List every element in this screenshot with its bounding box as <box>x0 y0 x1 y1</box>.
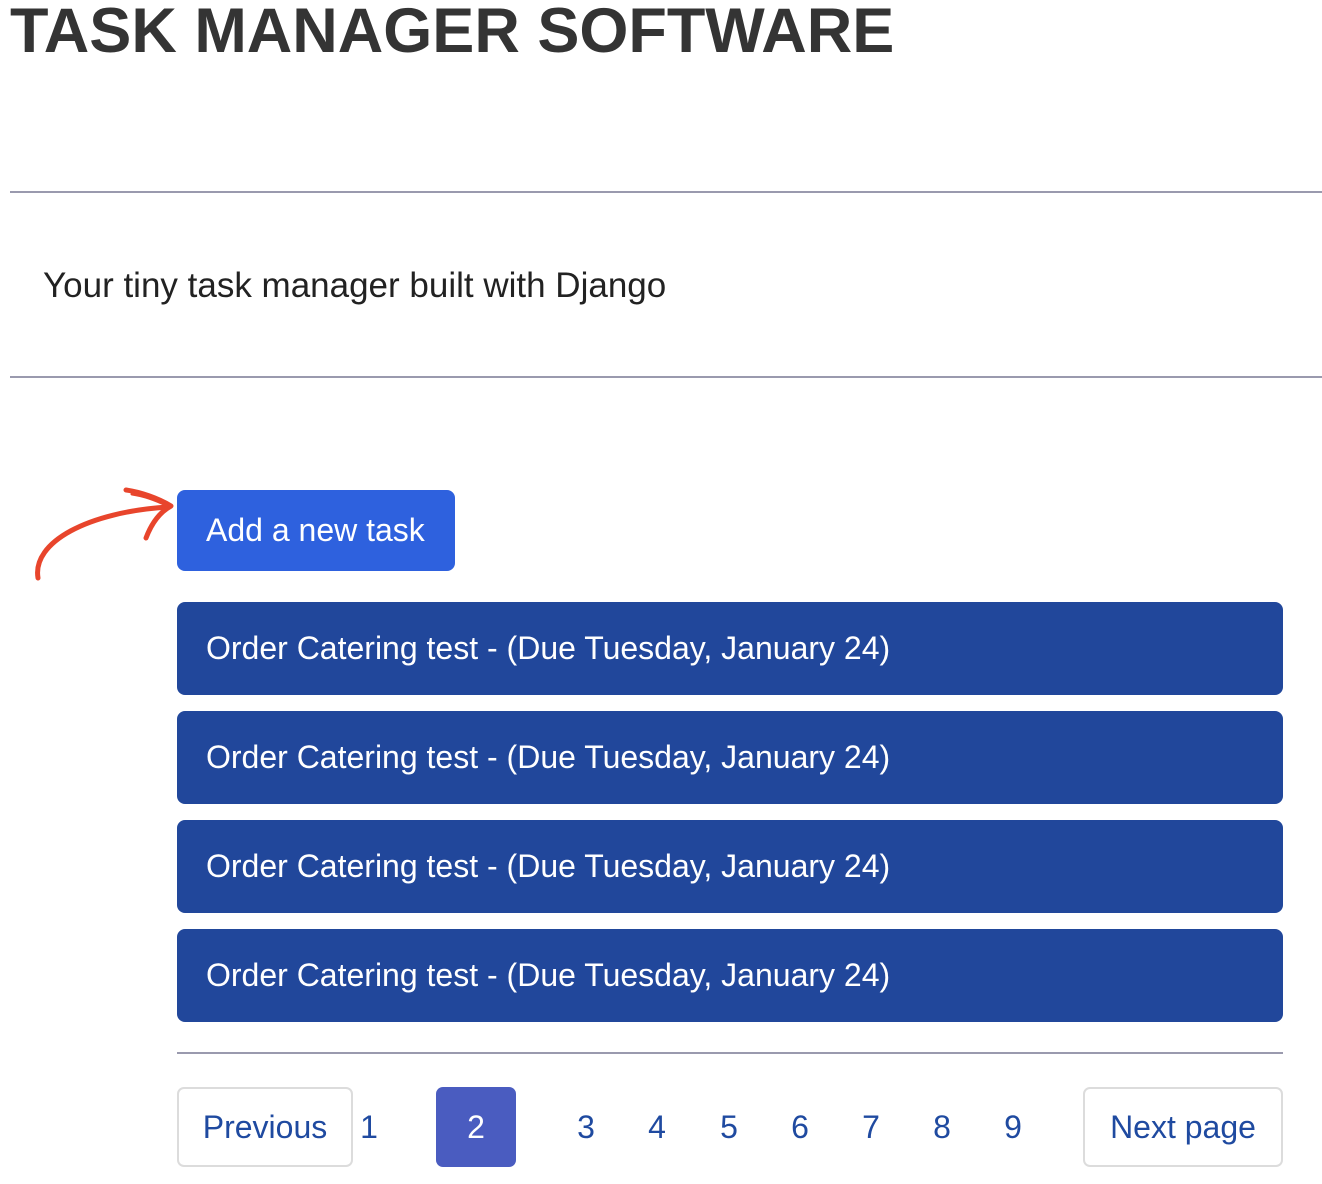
pagination: Previous 1 2 3 4 5 6 7 8 9 Next page <box>0 1087 1322 1167</box>
hand-drawn-arrow-icon <box>35 487 174 581</box>
page-link-5[interactable]: 5 <box>709 1087 749 1167</box>
previous-page-button[interactable]: Previous <box>177 1087 353 1167</box>
task-item[interactable]: Order Catering test - (Due Tuesday, Janu… <box>177 602 1283 695</box>
divider <box>10 376 1322 378</box>
page-link-4[interactable]: 4 <box>637 1087 677 1167</box>
page-link-3[interactable]: 3 <box>566 1087 606 1167</box>
page-title: TASK MANAGER SOFTWARE <box>10 0 895 66</box>
divider <box>10 191 1322 193</box>
divider <box>177 1052 1283 1054</box>
page-link-8[interactable]: 8 <box>922 1087 962 1167</box>
page-link-9[interactable]: 9 <box>993 1087 1033 1167</box>
task-item[interactable]: Order Catering test - (Due Tuesday, Janu… <box>177 929 1283 1022</box>
page-link-2-current[interactable]: 2 <box>436 1087 516 1167</box>
page-link-7[interactable]: 7 <box>851 1087 891 1167</box>
next-page-button[interactable]: Next page <box>1083 1087 1283 1167</box>
page-link-6[interactable]: 6 <box>780 1087 820 1167</box>
task-item[interactable]: Order Catering test - (Due Tuesday, Janu… <box>177 820 1283 913</box>
add-task-button[interactable]: Add a new task <box>177 490 455 571</box>
task-list: Order Catering test - (Due Tuesday, Janu… <box>177 602 1283 1038</box>
page-link-1[interactable]: 1 <box>349 1087 389 1167</box>
task-item[interactable]: Order Catering test - (Due Tuesday, Janu… <box>177 711 1283 804</box>
tagline: Your tiny task manager built with Django <box>43 266 667 305</box>
